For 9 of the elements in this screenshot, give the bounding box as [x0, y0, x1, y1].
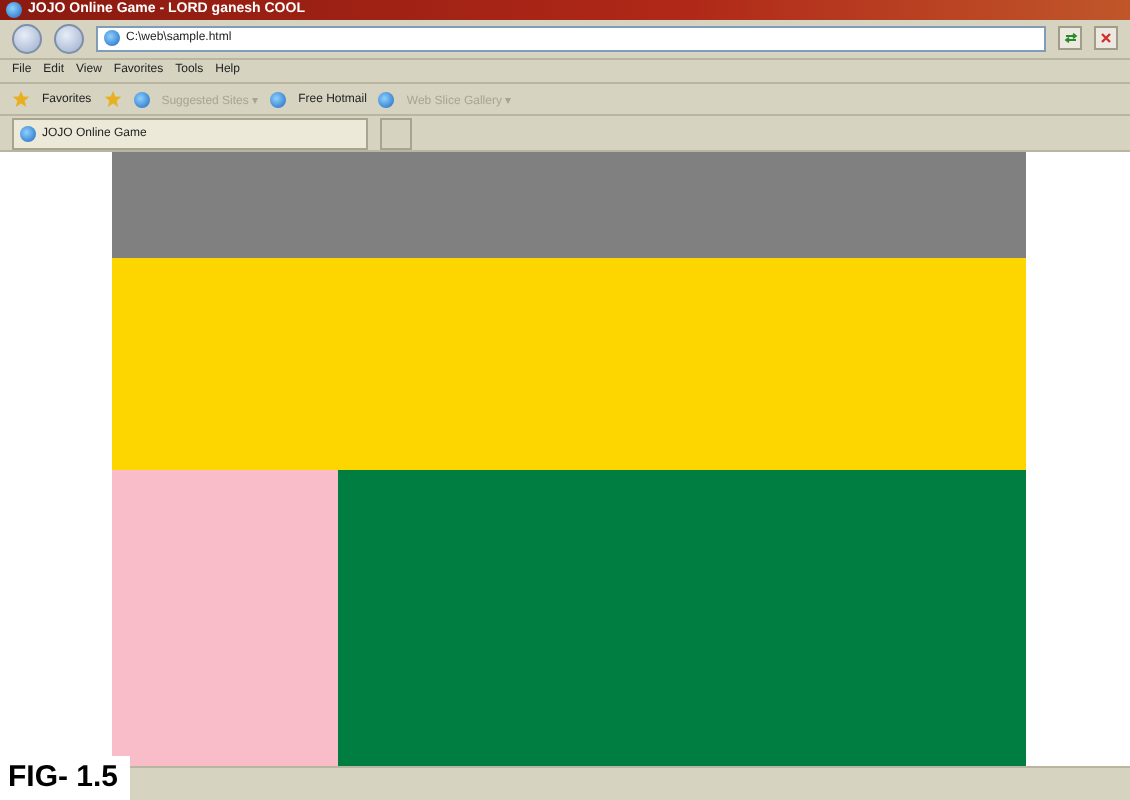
forward-button[interactable] [54, 23, 84, 54]
new-tab-button[interactable] [380, 117, 412, 150]
refresh-button[interactable] [1058, 26, 1082, 51]
back-button[interactable] [12, 23, 42, 54]
close-icon [1100, 32, 1112, 45]
stop-button[interactable] [1094, 26, 1118, 51]
star-icon [12, 90, 30, 109]
figure-label: FIG- 1.5 [0, 756, 131, 800]
arrows-icon [1063, 32, 1077, 45]
